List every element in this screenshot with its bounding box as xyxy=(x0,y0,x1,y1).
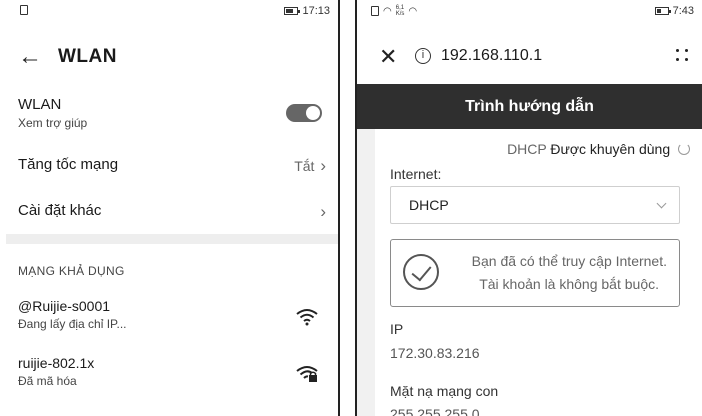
subnet-mask-label: Mặt nạ mạng con xyxy=(390,383,499,399)
notice-line-1: Bạn đã có thể truy cập Internet. xyxy=(471,253,667,269)
more-settings-label: Cài đặt khác xyxy=(18,202,102,219)
chevron-right-icon: › xyxy=(320,202,326,221)
wlan-toggle-row[interactable]: WLAN Xem trợ giúp xyxy=(18,96,326,130)
available-networks-title: MẠNG KHẢ DỤNG xyxy=(18,264,125,278)
network-speed: 6,1 K/s xyxy=(395,5,405,17)
network-item[interactable]: @Ruijie-s0001 Đang lấy địa chỉ IP... xyxy=(18,298,326,331)
status-bar: 17:13 xyxy=(6,0,338,24)
section-divider xyxy=(6,234,338,244)
chevron-right-icon: › xyxy=(320,156,326,175)
battery-icon xyxy=(284,7,301,15)
page-margin xyxy=(357,129,375,416)
address-bar[interactable]: 192.168.110.1 xyxy=(441,47,542,65)
wifi-status-icon: ◠ xyxy=(383,5,392,17)
wifi-icon xyxy=(296,309,318,326)
info-icon[interactable]: i xyxy=(415,48,431,64)
network-status: Đang lấy địa chỉ IP... xyxy=(18,317,127,331)
close-icon[interactable]: ✕ xyxy=(379,44,397,70)
internet-access-notice: Bạn đã có thể truy cập Internet. Tài kho… xyxy=(390,239,680,307)
ip-value: 172.30.83.216 xyxy=(390,345,480,361)
back-arrow-icon[interactable]: ← xyxy=(18,45,42,69)
sim-icon xyxy=(371,6,379,16)
dhcp-recommend-prefix: DHCP xyxy=(507,141,547,157)
network-name: ruijie-802.1x xyxy=(18,355,95,371)
dhcp-recommendation[interactable]: DHCP Được khuyên dùng xyxy=(507,141,690,157)
network-boost-state: Tắt xyxy=(294,158,315,174)
network-item[interactable]: ruijie-802.1x Đã mã hóa xyxy=(18,355,326,388)
check-circle-icon xyxy=(403,254,439,290)
status-bar: ◠ 6,1 K/s ◠ 7:43 xyxy=(357,0,702,24)
toggle-knob xyxy=(306,106,320,120)
subnet-mask-value: 255.255.255.0 xyxy=(390,406,480,416)
more-menu-icon[interactable] xyxy=(676,49,690,63)
wlan-toggle[interactable] xyxy=(286,104,322,122)
hotspot-icon: ◠ xyxy=(408,5,418,17)
wifi-lock-icon xyxy=(296,366,318,382)
sim-icon xyxy=(20,5,28,15)
page-title: WLAN xyxy=(58,46,117,67)
internet-type-value: DHCP xyxy=(409,197,449,213)
network-name: @Ruijie-s0001 xyxy=(18,298,111,314)
network-boost-row[interactable]: Tăng tốc mạng Tắt › xyxy=(18,156,326,176)
more-settings-row[interactable]: Cài đặt khác › xyxy=(18,202,326,221)
network-boost-label: Tăng tốc mạng xyxy=(18,156,119,173)
router-setup-screen: ◠ 6,1 K/s ◠ 7:43 ✕ i 192.168.110.1 Trình… xyxy=(355,0,702,416)
notice-line-2: Tài khoản là không bắt buộc. xyxy=(479,276,659,292)
wlan-label: WLAN xyxy=(18,96,62,113)
refresh-icon[interactable] xyxy=(678,143,690,155)
browser-toolbar: ✕ i 192.168.110.1 xyxy=(357,40,702,76)
ip-label: IP xyxy=(390,321,404,337)
network-boost-value: Tắt › xyxy=(294,156,326,176)
network-status: Đã mã hóa xyxy=(18,374,77,388)
status-time: 17:13 xyxy=(302,5,330,17)
wlan-settings-screen: 17:13 ← WLAN WLAN Xem trợ giúp Tăng tốc … xyxy=(6,0,340,416)
dhcp-recommend-text: Được khuyên dùng xyxy=(550,141,671,157)
status-time: 7:43 xyxy=(672,5,694,17)
wizard-title-bar: Trình hướng dẫn xyxy=(357,84,702,129)
help-link[interactable]: Xem trợ giúp xyxy=(18,116,326,130)
internet-label: Internet: xyxy=(390,166,442,182)
battery-icon xyxy=(654,7,671,15)
internet-type-select[interactable]: DHCP xyxy=(390,186,680,224)
chevron-down-icon xyxy=(656,198,667,209)
page-header: ← WLAN xyxy=(18,45,117,69)
